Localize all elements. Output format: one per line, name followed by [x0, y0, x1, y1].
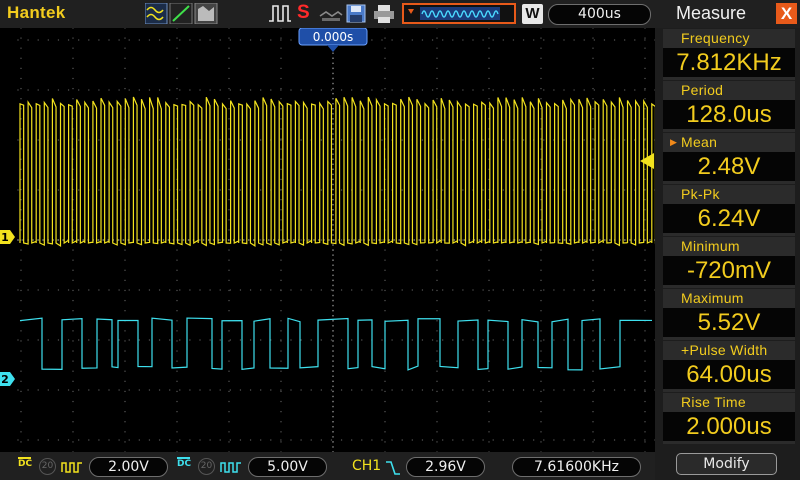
trigger-edge-icon[interactable] [267, 3, 293, 24]
ch2-bandwidth-limit-icon: 20 [198, 458, 215, 475]
measure-panel-header: Measure X [655, 0, 800, 28]
mean-level-marker [640, 153, 654, 169]
ch1-probe-icon [61, 460, 83, 474]
ch1-coupling-icon: DC [18, 457, 32, 469]
bottom-status-bar: DC 20 2.00V DC 20 5.00V CH1 2.96V 7.6160… [0, 452, 655, 480]
window-mode-button[interactable]: W [522, 4, 543, 24]
close-button[interactable]: X [776, 3, 797, 24]
waveform-plot[interactable]: 0.000s 1 2 [0, 28, 655, 452]
svg-text:2: 2 [1, 373, 9, 386]
ch2-coupling-icon: DC [177, 457, 191, 469]
trigger-source[interactable]: CH1 [352, 458, 381, 474]
measure-period[interactable]: Period 128.0us [663, 81, 795, 132]
ch2-probe-icon [220, 460, 242, 474]
ch2-volts-div[interactable]: 5.00V [248, 457, 327, 477]
ch1-bandwidth-limit-icon: 20 [39, 458, 56, 475]
trigger-level[interactable]: 2.96V [406, 457, 485, 477]
run-stop-indicator[interactable]: S [297, 2, 310, 24]
measure-maximum[interactable]: Maximum 5.52V [663, 289, 795, 340]
acquire-mode-icon[interactable] [318, 3, 344, 24]
print-icon[interactable] [372, 3, 396, 24]
timebase-display[interactable]: 400us [548, 4, 651, 25]
memory-depth-icon[interactable] [402, 3, 516, 24]
measure-mean[interactable]: Mean 2.48V [663, 133, 795, 184]
rising-edge-icon[interactable] [385, 458, 401, 476]
trigger-position-label: 0.000s [313, 30, 354, 44]
modify-button[interactable]: Modify [676, 453, 777, 475]
measure-minimum[interactable]: Minimum -720mV [663, 237, 795, 288]
display-mode-icons[interactable] [145, 3, 219, 24]
brand-logo: Hantek [7, 3, 66, 23]
measure-panel: Measure X Frequency 7.812KHz Period 128.… [655, 0, 800, 480]
save-icon[interactable] [345, 3, 367, 24]
measure-pulse-width[interactable]: +Pulse Width 64.00us [663, 341, 795, 392]
measure-frequency[interactable]: Frequency 7.812KHz [663, 29, 795, 80]
ch1-volts-div[interactable]: 2.00V [89, 457, 168, 477]
measure-pk-pk[interactable]: Pk-Pk 6.24V [663, 185, 795, 236]
measure-rise-time[interactable]: Rise Time 2.000us [663, 393, 795, 444]
svg-text:1: 1 [1, 231, 9, 244]
measure-title: Measure [676, 3, 746, 24]
frequency-counter: 7.61600KHz [512, 457, 641, 477]
top-status-bar: Hantek S W 400us [0, 0, 655, 28]
